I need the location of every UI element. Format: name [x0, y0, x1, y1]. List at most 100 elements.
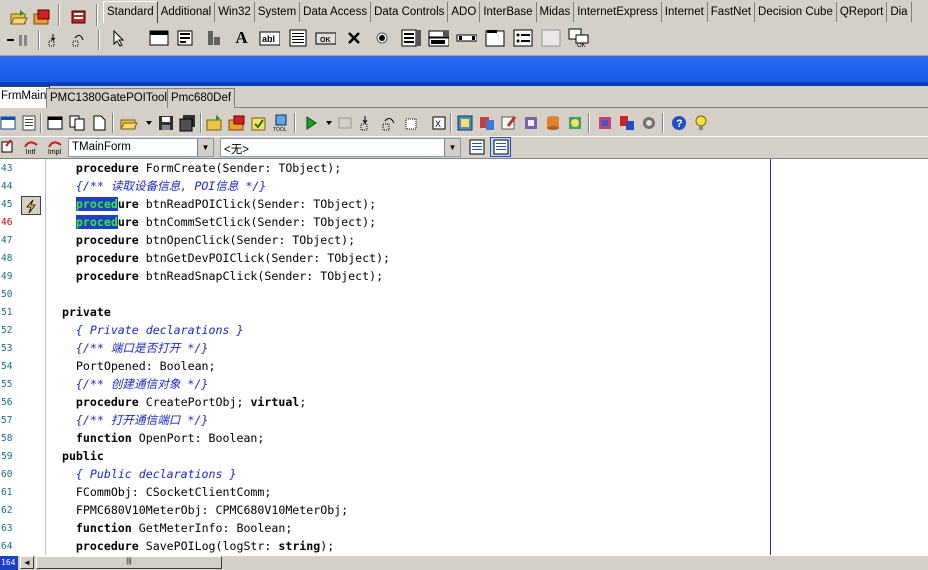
- class-selector-combo[interactable]: TMainForm ▼: [68, 138, 214, 157]
- label-icon[interactable]: [203, 28, 224, 48]
- listbox-icon[interactable]: [400, 28, 421, 48]
- save-all-files-icon[interactable]: [177, 113, 198, 133]
- code-line[interactable]: {/** 创建通信对象 */}: [48, 375, 208, 393]
- intf-button[interactable]: Intf: [20, 137, 41, 157]
- step-into-icon[interactable]: [44, 30, 65, 50]
- palette-tab-win32[interactable]: Win32: [215, 2, 255, 22]
- panel-icon[interactable]: [540, 28, 561, 48]
- code-line[interactable]: procedure btnReadPOIClick(Sender: TObjec…: [48, 195, 376, 213]
- copy-icon[interactable]: [66, 113, 87, 133]
- breakpoint-gutter[interactable]: [19, 159, 46, 555]
- code-line[interactable]: private: [48, 303, 111, 321]
- code-line[interactable]: public: [48, 447, 104, 465]
- code-line[interactable]: PortOpened: Boolean;: [48, 357, 216, 375]
- memo-icon[interactable]: [287, 28, 308, 48]
- tab-frmmain[interactable]: FrmMain: [0, 86, 51, 108]
- settings-gear-icon[interactable]: [638, 113, 659, 133]
- code-line[interactable]: procedure FormCreate(Sender: TObject);: [48, 159, 341, 177]
- compile-icon[interactable]: X: [428, 113, 449, 133]
- component-icon[interactable]: [520, 113, 541, 133]
- add-to-project-icon[interactable]: [248, 113, 269, 133]
- code-line[interactable]: procedure SavePOILog(logStr: string);: [48, 537, 334, 555]
- palette-tab-system[interactable]: System: [255, 2, 301, 22]
- button-icon[interactable]: OK: [315, 28, 336, 48]
- palette-tab-standard[interactable]: Standard: [103, 1, 158, 23]
- code-line[interactable]: function OpenPort: Boolean;: [48, 429, 264, 447]
- code-line[interactable]: procedure btnOpenClick(Sender: TObject);: [48, 231, 355, 249]
- run-to-cursor-icon[interactable]: [400, 113, 421, 133]
- palette-book-icon[interactable]: [68, 7, 89, 27]
- scroll-thumb[interactable]: |||: [36, 556, 222, 569]
- step-over-small-icon[interactable]: [378, 113, 399, 133]
- checkbox-icon[interactable]: [343, 28, 364, 48]
- palette-tab-ado[interactable]: ADO: [448, 2, 481, 22]
- label-a-icon[interactable]: A: [231, 28, 252, 48]
- chevron-down-icon[interactable]: ▼: [197, 139, 213, 156]
- popupmenu-icon[interactable]: [175, 28, 196, 48]
- radiobutton-icon[interactable]: [371, 28, 392, 48]
- groupbox-icon[interactable]: [484, 28, 505, 48]
- tab-pmc680def[interactable]: Pmc680Def: [167, 88, 236, 108]
- palette-tab-qreport[interactable]: QReport: [837, 2, 888, 22]
- trace-into-icon[interactable]: [356, 113, 377, 133]
- palette-tab-internetexpress[interactable]: InternetExpress: [574, 2, 662, 22]
- edit-icon[interactable]: abl: [259, 28, 280, 48]
- code-line[interactable]: { Public declarations }: [48, 465, 237, 483]
- toggle-form-icon[interactable]: [0, 113, 18, 133]
- database-icon[interactable]: [542, 113, 563, 133]
- radiogroup-icon[interactable]: [512, 28, 533, 48]
- code-line[interactable]: {/** 打开通信端口 */}: [48, 411, 208, 429]
- code-line[interactable]: {/** 端口是否打开 */}: [48, 339, 208, 357]
- code-line[interactable]: procedure btnCommSetClick(Sender: TObjec…: [48, 213, 376, 231]
- code-line[interactable]: procedure btnGetDevPOIClick(Sender: TObj…: [48, 249, 390, 267]
- method-selector-combo[interactable]: <无> ▼: [220, 138, 461, 157]
- code-line[interactable]: FCommObj: CSocketClientComm;: [48, 483, 271, 501]
- code-line[interactable]: function GetMeterInfo: Boolean;: [48, 519, 292, 537]
- palette-tab-fastnet[interactable]: FastNet: [708, 2, 756, 22]
- palette-tab-interbase[interactable]: InterBase: [480, 2, 537, 22]
- code-line[interactable]: FPMC680V10MeterObj: CPMC680V10MeterObj;: [48, 501, 348, 519]
- open-folder-icon[interactable]: [118, 113, 139, 133]
- save-project-icon[interactable]: [226, 113, 247, 133]
- intf-impl-toggle-icon[interactable]: [0, 137, 18, 157]
- palette-tab-data-access[interactable]: Data Access: [300, 2, 372, 22]
- palette-tab-data-controls[interactable]: Data Controls: [371, 2, 449, 22]
- open-project-icon[interactable]: [8, 7, 29, 27]
- scrollbar-icon[interactable]: [456, 28, 477, 48]
- combobox-icon[interactable]: [428, 28, 449, 48]
- tab-pmc1380gatepoitool[interactable]: PMC1380GatePOITool: [46, 88, 171, 108]
- help-icon[interactable]: ?: [668, 113, 689, 133]
- pointer-icon[interactable]: [108, 28, 129, 48]
- code-line[interactable]: procedure btnReadSnapClick(Sender: TObje…: [48, 267, 383, 285]
- code-line[interactable]: procedure CreatePortObj; virtual;: [48, 393, 306, 411]
- save-icon[interactable]: [155, 113, 176, 133]
- find-icon[interactable]: [454, 113, 475, 133]
- chevron-down-icon[interactable]: ▼: [444, 139, 460, 156]
- palette-tab-dialogs[interactable]: Dia: [887, 2, 912, 22]
- impl-button[interactable]: Impl: [44, 137, 65, 157]
- toggle-breakpoint-icon[interactable]: TOOL: [270, 113, 291, 133]
- palette-tab-internet[interactable]: Internet: [662, 2, 708, 22]
- palette-tab-additional[interactable]: Additional: [158, 2, 216, 22]
- view-form-icon[interactable]: [44, 113, 65, 133]
- scroll-left-icon[interactable]: ◄: [20, 556, 34, 569]
- step-over-icon[interactable]: [68, 30, 89, 50]
- edit-pencil-icon[interactable]: [498, 113, 519, 133]
- save-all-icon[interactable]: [31, 7, 52, 27]
- event-lightning-icon[interactable]: [21, 196, 41, 215]
- horizontal-scrollbar[interactable]: 164 ◄ |||: [0, 555, 928, 570]
- explorer-icon[interactable]: [564, 113, 585, 133]
- tools-icon[interactable]: [594, 113, 615, 133]
- new-file-icon[interactable]: [88, 113, 109, 133]
- code-line[interactable]: { Private declarations }: [48, 321, 244, 339]
- open-project-small-icon[interactable]: [204, 113, 225, 133]
- code-line[interactable]: {/** 读取设备信息, POI信息 */}: [48, 177, 266, 195]
- palette-tab-decision-cube[interactable]: Decision Cube: [755, 2, 837, 22]
- view-unit-icon[interactable]: [18, 113, 39, 133]
- pause-program-icon[interactable]: [334, 113, 355, 133]
- replace-icon[interactable]: [476, 113, 497, 133]
- mainmenu-icon[interactable]: [148, 28, 169, 48]
- actionlist-icon[interactable]: OK: [568, 28, 589, 48]
- pause-icon[interactable]: [12, 30, 33, 50]
- align-left-icon[interactable]: [466, 137, 487, 157]
